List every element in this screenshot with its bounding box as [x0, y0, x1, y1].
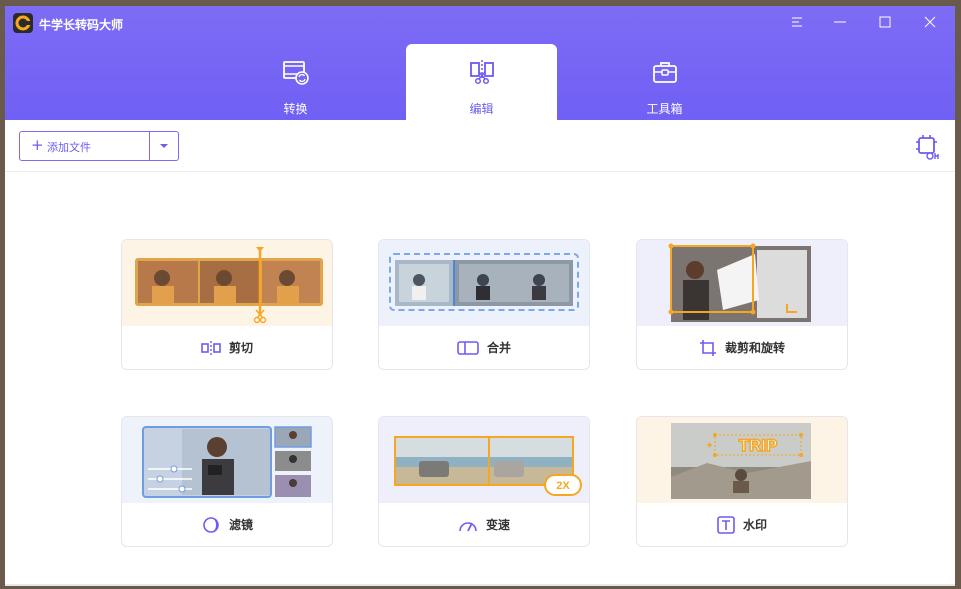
- tab-toolbox[interactable]: 工具箱: [589, 44, 740, 120]
- text-watermark-icon: [717, 515, 735, 534]
- cut-card-label: 剪切: [228, 341, 253, 355]
- add-file-button-group: + 添加文件: [19, 131, 179, 161]
- film-convert-icon: [283, 61, 309, 85]
- crop-rotate-card-footer: 裁剪和旋转: [637, 326, 847, 369]
- watermark-card-label: 水印: [742, 518, 767, 532]
- merge-icon: [457, 340, 479, 355]
- minimize-button[interactable]: [825, 8, 855, 36]
- close-icon: [924, 16, 936, 28]
- speed-thumbnail: 2X: [379, 417, 589, 503]
- add-file-label: 添加文件: [47, 141, 91, 154]
- watermark-thumbnail: TRIP: [637, 417, 847, 503]
- caret-down-icon: [160, 144, 168, 148]
- tab-toolbox-label: 工具箱: [646, 102, 683, 116]
- minimize-icon: [834, 21, 846, 23]
- watermark-card-footer: 水印: [637, 503, 847, 546]
- filter-thumbnail: [122, 417, 332, 503]
- maximize-icon: [879, 16, 891, 28]
- add-file-button[interactable]: + 添加文件: [20, 132, 149, 160]
- tab-edit-label: 编辑: [469, 102, 494, 116]
- speed-card[interactable]: 2X 变速: [378, 416, 590, 547]
- bottom-divider: [5, 584, 955, 586]
- crop-rotate-card[interactable]: 裁剪和旋转: [636, 239, 848, 370]
- app-window: 牛学长转码大师 转换 编辑 工具箱 + 添加文件 剪切 合并 裁剪和旋转 滤镜 …: [5, 6, 955, 586]
- filter-card-footer: 滤镜: [122, 503, 332, 546]
- hardware-acceleration-icon: [916, 135, 939, 160]
- cut-card[interactable]: 剪切: [121, 239, 333, 370]
- watermark-card[interactable]: TRIP 水印: [636, 416, 848, 547]
- menu-button[interactable]: [782, 8, 812, 36]
- app-logo-icon: [13, 13, 33, 33]
- header-bar: 牛学长转码大师 转换 编辑 工具箱: [5, 6, 955, 120]
- cut-card-footer: 剪切: [122, 326, 332, 369]
- merge-card-footer: 合并: [379, 326, 589, 369]
- maximize-button[interactable]: [870, 8, 900, 36]
- merge-thumbnail: [379, 240, 589, 326]
- toolbar: + 添加文件: [5, 120, 955, 172]
- cut-thumbnail: [122, 240, 332, 326]
- filter-card[interactable]: 滤镜: [121, 416, 333, 547]
- add-file-dropdown-button[interactable]: [150, 132, 178, 160]
- filter-card-label: 滤镜: [228, 518, 253, 532]
- tab-edit[interactable]: 编辑: [406, 44, 557, 120]
- tab-convert[interactable]: 转换: [220, 44, 371, 120]
- merge-card-label: 合并: [486, 341, 511, 355]
- speed-card-footer: 变速: [379, 503, 589, 546]
- tab-convert-label: 转换: [283, 102, 308, 116]
- speed-badge: 2X: [556, 480, 570, 492]
- menu-icon: [792, 17, 802, 27]
- plus-icon: +: [31, 136, 44, 154]
- crop-rotate-thumbnail: [637, 240, 847, 326]
- speed-gauge-icon: [459, 521, 477, 531]
- crop-icon: [699, 339, 716, 356]
- app-title: 牛学长转码大师: [39, 18, 124, 32]
- toolbox-icon: [653, 62, 677, 83]
- close-button[interactable]: [915, 8, 945, 36]
- split-icon: [201, 340, 221, 355]
- edit-cut-icon: [470, 60, 494, 85]
- watermark-sample-text: TRIP: [739, 436, 778, 455]
- crop-rotate-card-label: 裁剪和旋转: [724, 341, 785, 355]
- speed-card-label: 变速: [485, 518, 510, 532]
- hardware-acceleration-button[interactable]: [913, 132, 943, 162]
- merge-card[interactable]: 合并: [378, 239, 590, 370]
- filter-icon: [203, 516, 219, 533]
